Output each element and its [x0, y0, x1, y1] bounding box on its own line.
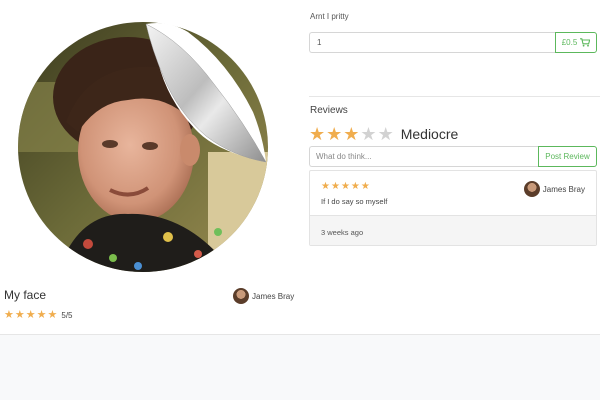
star-icon[interactable]: ★	[343, 125, 359, 143]
star-icon: ★	[360, 181, 370, 192]
shopping-cart-icon	[580, 38, 591, 47]
star-icon[interactable]: ★	[326, 125, 342, 143]
star-icon: ★	[14, 308, 25, 321]
rating-score: 5/5	[61, 310, 73, 320]
review-card: ★ ★ ★ ★ ★ James Bray If I do say so myse…	[309, 170, 597, 246]
star-icon: ★	[47, 308, 58, 321]
sticker-photo	[18, 22, 268, 272]
product-image[interactable]	[18, 22, 268, 274]
star-icon[interactable]: ★	[360, 125, 376, 143]
price-label: £0.5	[561, 38, 578, 47]
page: My face James Bray ★ ★ ★ ★ ★ 5/5 Arnt I …	[0, 0, 600, 400]
reviews-heading: Reviews	[310, 105, 348, 116]
review-author-name: James Bray	[542, 184, 585, 194]
overall-rating[interactable]: ★ ★ ★ ★ ★ Mediocre	[309, 124, 458, 144]
star-icon: ★	[330, 181, 340, 192]
divider	[309, 96, 600, 97]
star-icon: ★	[25, 308, 36, 321]
star-icon: ★	[4, 308, 14, 321]
item-name: Arnt I pritty	[310, 12, 349, 21]
quantity-input[interactable]	[309, 32, 555, 53]
star-icon: ★	[321, 181, 330, 192]
star-icon: ★	[350, 181, 360, 192]
owner-name: James Bray	[252, 291, 295, 301]
review-rating: ★ ★ ★ ★ ★	[321, 182, 370, 193]
product-title: My face	[4, 288, 47, 302]
review-footer: 3 weeks ago	[310, 215, 596, 245]
star-icon: ★	[36, 308, 47, 321]
post-review-button[interactable]: Post Review	[538, 146, 597, 167]
review-form: Post Review	[309, 146, 597, 167]
review-author-avatar	[523, 181, 540, 197]
add-to-cart-button[interactable]: £0.5	[555, 32, 597, 53]
owner-avatar	[233, 288, 249, 304]
rating-word: Mediocre	[400, 126, 459, 142]
review-timestamp: 3 weeks ago	[321, 228, 364, 237]
review-author[interactable]: James Bray	[523, 181, 585, 197]
product-owner[interactable]: James Bray	[233, 288, 294, 304]
review-input[interactable]	[309, 146, 538, 167]
page-footer	[0, 334, 600, 400]
review-body: ★ ★ ★ ★ ★ James Bray If I do say so myse…	[310, 171, 596, 215]
product-rating: ★ ★ ★ ★ ★ 5/5	[4, 309, 73, 321]
star-icon[interactable]: ★	[378, 125, 394, 143]
review-text: If I do say so myself	[321, 197, 388, 206]
star-icon[interactable]: ★	[309, 125, 325, 143]
star-icon: ★	[340, 181, 350, 192]
quantity-price-group: £0.5	[309, 32, 597, 53]
